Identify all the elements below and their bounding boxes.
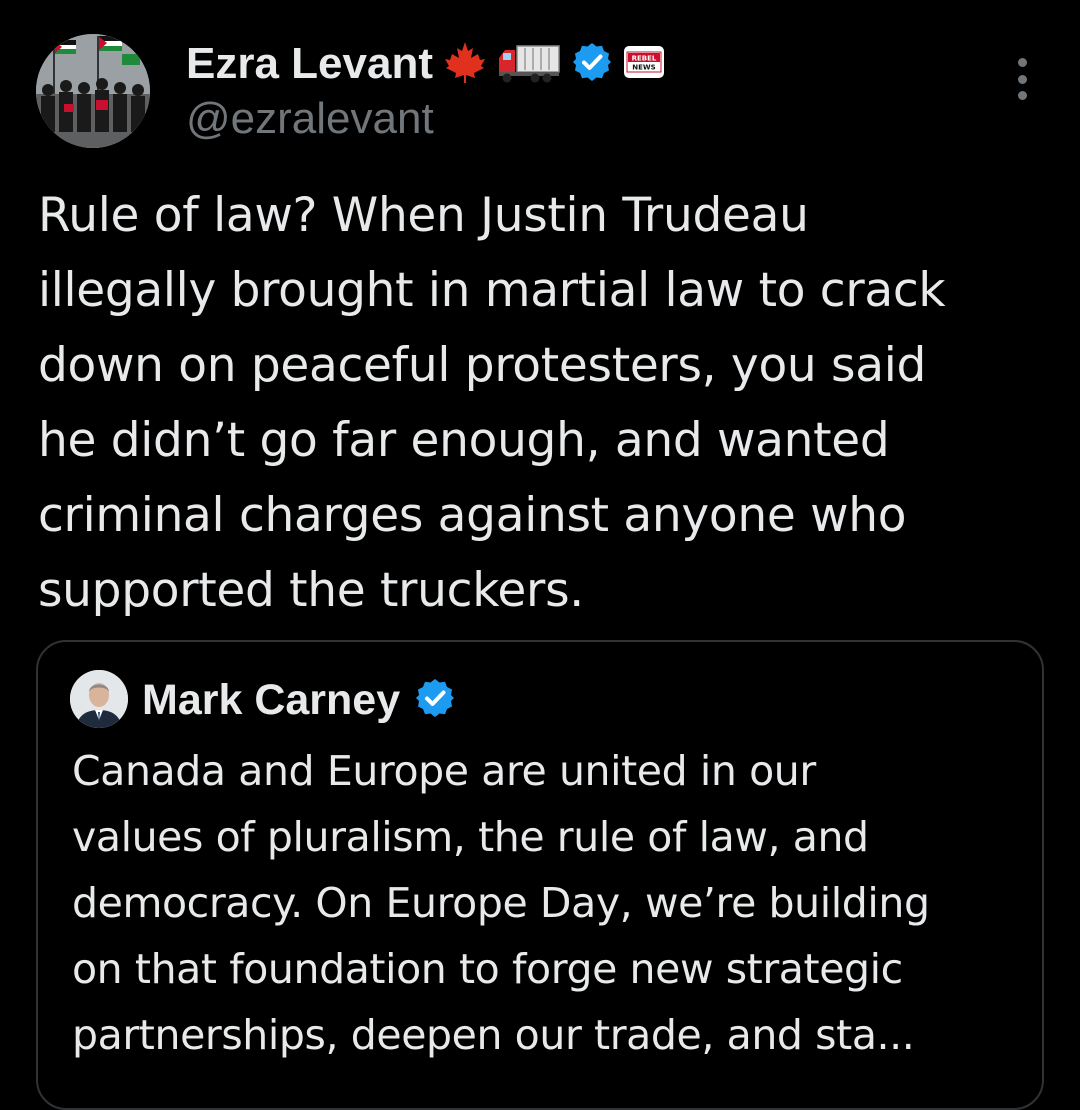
tweet-text-line: he didn’t go far enough, and wanted [38,413,890,468]
verified-badge-icon[interactable] [571,41,613,87]
more-vertical-icon [1017,58,1027,67]
author-display-name[interactable]: Ezra Levant [186,39,433,89]
tweet-text-line: supported the truckers. [38,563,584,618]
quoted-author-display-name[interactable]: Mark Carney [142,676,400,725]
quoted-author-name-row: Mark Carney [142,672,456,728]
quoted-tweet-text-line: values of pluralism, the rule of law, an… [72,813,869,861]
rebel-news-badge-top: REBEL [632,55,657,63]
rebel-news-badge-bottom: NEWS [632,64,655,72]
tweet-text-line: down on peaceful protesters, you said [38,338,927,393]
truck-icon [497,40,561,88]
more-vertical-icon-dot [1017,74,1027,84]
maple-leaf-icon [443,40,487,88]
rebel-news-badge[interactable]: REBEL NEWS [623,45,665,83]
tweet-text: Rule of law? When Justin Trudeau illegal… [38,178,1048,628]
quoted-tweet-text-line: partnerships, deepen our trade, and sta.… [72,1011,915,1059]
author-avatar[interactable] [36,34,150,148]
more-vertical-icon-dot [1017,91,1027,100]
protest-photo-image [36,34,150,148]
portrait-image [70,670,128,728]
verified-badge-icon[interactable] [414,677,456,723]
tweet-text-line: Rule of law? When Justin Trudeau [38,188,809,243]
author-handle[interactable]: @ezralevant [186,94,434,144]
quoted-tweet-text-line: on that foundation to forge new strategi… [72,945,903,993]
quoted-author-avatar[interactable] [70,670,128,728]
quoted-tweet-text-line: Canada and Europe are united in our [72,747,816,795]
tweet-text-line: illegally brought in martial law to crac… [38,263,946,318]
more-options-button[interactable] [1006,58,1038,100]
quoted-tweet-text-line: democracy. On Europe Day, we’re building [72,879,930,927]
quoted-tweet-text: Canada and Europe are united in our valu… [72,738,1032,1068]
tweet-text-line: criminal charges against anyone who [38,488,907,543]
author-name-row: Ezra Levant REBEL NEWS [186,36,665,92]
